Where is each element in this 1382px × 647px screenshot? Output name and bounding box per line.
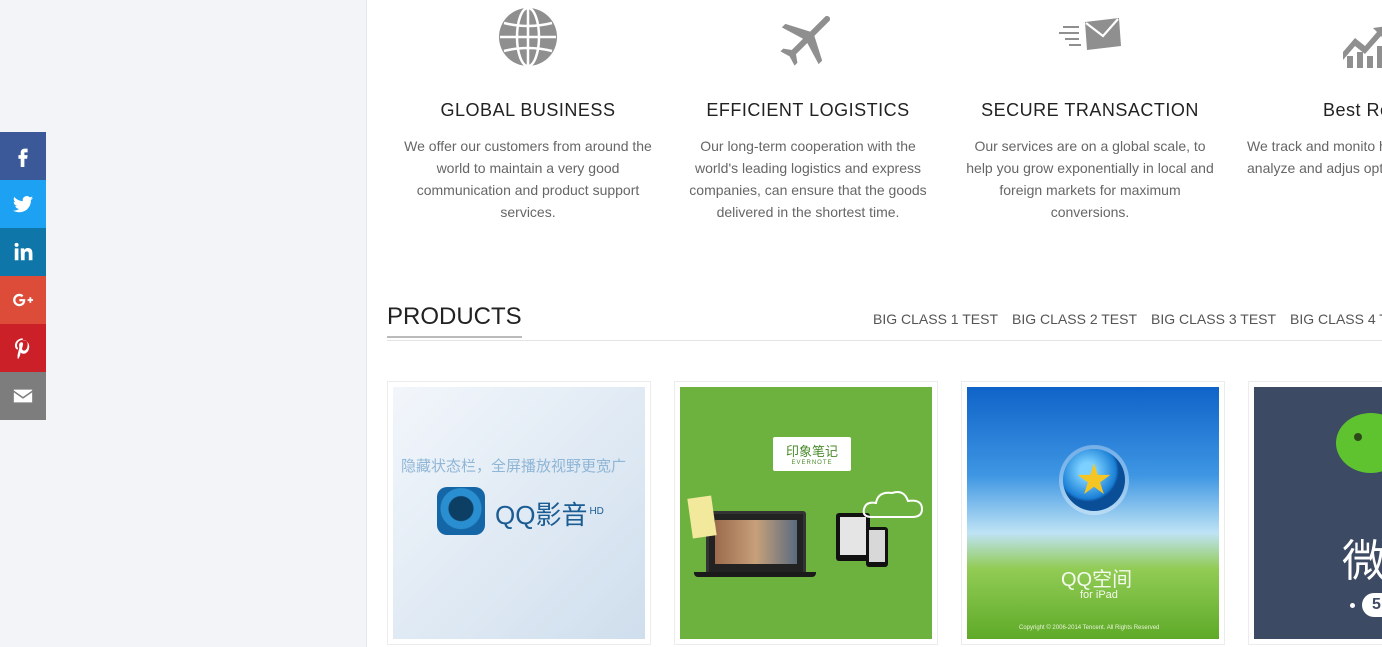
product-label: 微 <box>1342 537 1382 586</box>
feature-description: Our services are on a global scale, to h… <box>966 138 1214 220</box>
product-label: QQ影音 HD <box>495 500 604 530</box>
pinterest-icon <box>14 338 30 359</box>
product-copyright: Copyright © 2006-2014 Tencent. All Right… <box>1019 625 1160 631</box>
growth-chart-icon <box>1343 26 1382 68</box>
badge: 5 <box>1362 593 1382 617</box>
qq-player-logo-icon <box>437 487 485 535</box>
dot-separator <box>1350 603 1355 608</box>
wechat-bubble-icon <box>1336 413 1382 473</box>
google-plus-share-button[interactable] <box>0 276 46 324</box>
phone-illustration <box>866 527 888 567</box>
qzone-logo-icon <box>1063 449 1125 511</box>
feature-title: EFFICIENT LOGISTICS <box>706 100 910 120</box>
product-banner-text: 隐藏状态栏，全屏播放视野更宽广 <box>401 458 627 475</box>
main-content: GLOBAL BUSINESS We offer our customers f… <box>366 0 1382 647</box>
product-image-qzone[interactable]: QQ空间 for iPad Copyright © 2006-2014 Tenc… <box>967 387 1219 639</box>
product-sublabel: for iPad <box>1080 589 1118 601</box>
tab-big-class-2[interactable]: BIG CLASS 2 TEST <box>1012 311 1137 327</box>
facebook-share-button[interactable] <box>0 132 46 180</box>
product-card[interactable]: 印象笔记 EVERNOTE <box>674 381 938 645</box>
twitter-share-button[interactable] <box>0 180 46 228</box>
product-label: QQ空间 <box>1061 569 1133 591</box>
globe-icon <box>499 6 557 68</box>
pinterest-share-button[interactable] <box>0 324 46 372</box>
products-header: PRODUCTS BIG CLASS 1 TEST BIG CLASS 2 TE… <box>387 300 1382 341</box>
product-card[interactable]: QQ空间 for iPad Copyright © 2006-2014 Tenc… <box>961 381 1225 645</box>
notes-stack <box>687 495 717 539</box>
product-image-wechat[interactable]: 微 5 <box>1254 387 1382 639</box>
email-share-button[interactable] <box>0 372 46 420</box>
tab-big-class-4[interactable]: BIG CLASS 4 TEST <box>1290 311 1382 327</box>
product-image-evernote[interactable]: 印象笔记 EVERNOTE <box>680 387 932 639</box>
product-card[interactable]: 隐藏状态栏，全屏播放视野更宽广 QQ影音 HD <box>387 381 651 645</box>
feature-title: SECURE TRANSACTION <box>981 100 1199 120</box>
social-share-bar <box>0 132 46 420</box>
feature-title: Best Re <box>1323 100 1382 120</box>
envelope-icon <box>1059 18 1121 50</box>
product-image-qq-player[interactable]: 隐藏状态栏，全屏播放视野更宽广 QQ影音 HD <box>393 387 645 639</box>
category-tabs: BIG CLASS 1 TEST BIG CLASS 2 TEST BIG CL… <box>873 311 1382 327</box>
facebook-icon <box>18 148 28 167</box>
feature-secure-transaction: SECURE TRANSACTION Our services are on a… <box>955 0 1225 223</box>
google-plus-icon <box>13 293 34 307</box>
products-title: PRODUCTS <box>387 304 522 338</box>
linkedin-share-button[interactable] <box>0 228 46 276</box>
cloud-icon <box>862 491 924 518</box>
feature-global-business: GLOBAL BUSINESS We offer our customers f… <box>393 0 663 223</box>
laptop-illustration <box>706 511 806 575</box>
linkedin-icon <box>14 242 33 261</box>
feature-efficient-logistics: EFFICIENT LOGISTICS Our long-term cooper… <box>673 0 943 223</box>
evernote-badge: 印象笔记 EVERNOTE <box>773 437 851 471</box>
feature-description: We track and monito hourly basis. This m… <box>1247 138 1382 176</box>
airplane-icon <box>780 15 831 66</box>
feature-description: We offer our customers from around the w… <box>404 138 652 220</box>
feature-best-results: Best Re We track and monito hourly basis… <box>1237 0 1382 179</box>
feature-title: GLOBAL BUSINESS <box>440 100 616 120</box>
product-card[interactable]: 微 5 <box>1248 381 1382 645</box>
laptop-base <box>694 572 816 577</box>
feature-description: Our long-term cooperation with the world… <box>689 138 927 220</box>
email-icon <box>13 389 33 403</box>
tab-big-class-3[interactable]: BIG CLASS 3 TEST <box>1151 311 1276 327</box>
twitter-icon <box>12 196 34 213</box>
tab-big-class-1[interactable]: BIG CLASS 1 TEST <box>873 311 998 327</box>
